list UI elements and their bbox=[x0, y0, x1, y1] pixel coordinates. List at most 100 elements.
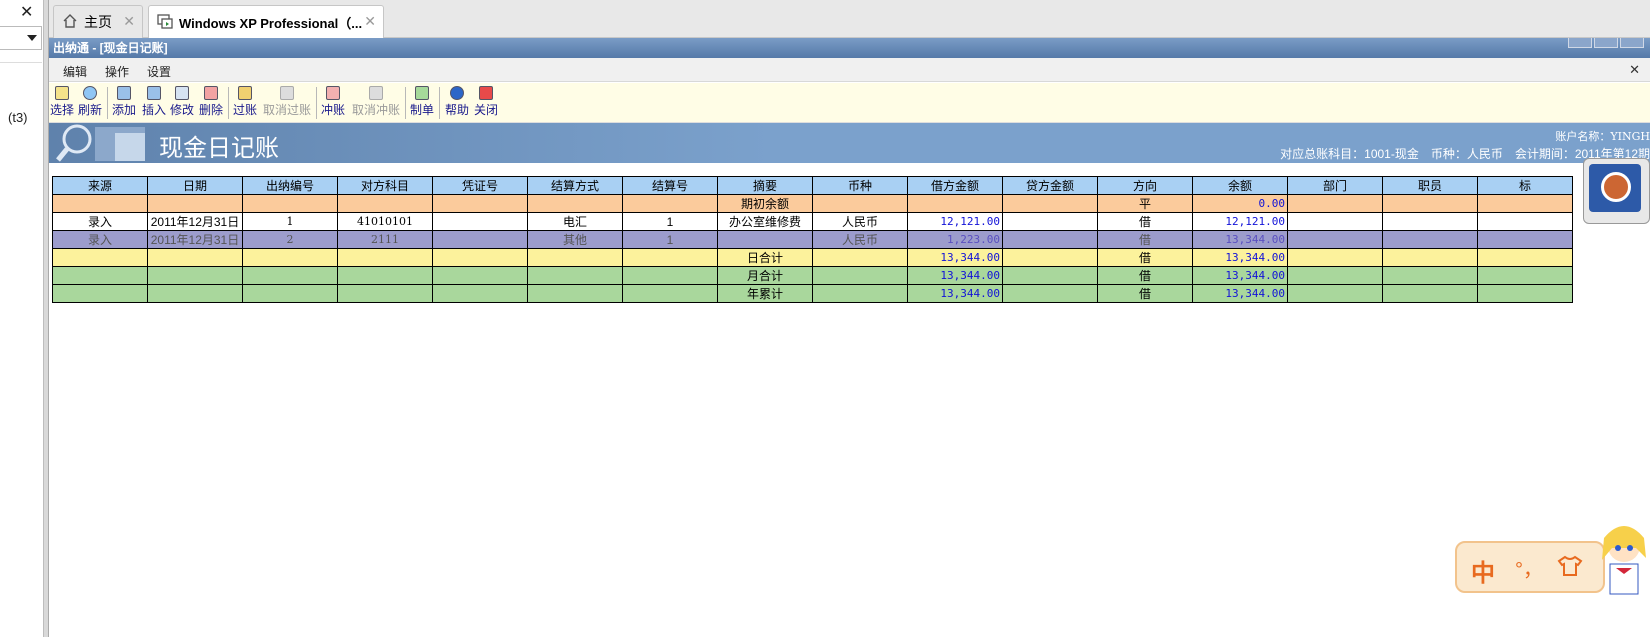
table-cell[interactable]: 13,344.00 bbox=[907, 284, 1003, 303]
table-cell[interactable]: 月合计 bbox=[717, 266, 813, 285]
table-cell[interactable] bbox=[1287, 266, 1383, 285]
column-header[interactable]: 贷方金额 bbox=[1002, 176, 1098, 195]
table-cell[interactable]: 13,344.00 bbox=[1192, 230, 1288, 249]
table-cell[interactable] bbox=[812, 266, 908, 285]
column-header[interactable]: 出纳编号 bbox=[242, 176, 338, 195]
table-cell[interactable] bbox=[242, 266, 338, 285]
shirt-icon[interactable] bbox=[1557, 555, 1583, 583]
table-cell[interactable]: 办公室维修费 bbox=[717, 212, 813, 231]
table-cell[interactable] bbox=[527, 248, 623, 267]
document-close-icon[interactable]: ✕ bbox=[1629, 62, 1640, 78]
table-cell[interactable] bbox=[1002, 284, 1098, 303]
table-cell[interactable] bbox=[52, 194, 148, 213]
table-cell[interactable] bbox=[1477, 212, 1573, 231]
ime-punctuation-toggle[interactable]: °， bbox=[1515, 553, 1543, 582]
tab-close-icon[interactable]: ✕ bbox=[123, 13, 135, 30]
table-cell[interactable] bbox=[1382, 212, 1478, 231]
ime-toolbar[interactable]: 中 °， bbox=[1455, 541, 1605, 593]
toolbar-delete-button[interactable]: 删除 bbox=[199, 85, 223, 118]
column-header[interactable]: 职员 bbox=[1382, 176, 1478, 195]
toolbar-unpost-button[interactable]: 取消过账 bbox=[263, 85, 311, 118]
panel-close-icon[interactable]: ✕ bbox=[20, 2, 33, 22]
table-cell[interactable] bbox=[1477, 194, 1573, 213]
table-cell[interactable] bbox=[147, 266, 243, 285]
table-cell[interactable] bbox=[337, 248, 433, 267]
table-cell[interactable] bbox=[1002, 248, 1098, 267]
table-cell[interactable] bbox=[1477, 266, 1573, 285]
table-cell[interactable] bbox=[147, 248, 243, 267]
table-cell[interactable] bbox=[432, 266, 528, 285]
table-cell[interactable]: 0.00 bbox=[1192, 194, 1288, 213]
table-cell[interactable]: 2011年12月31日 bbox=[147, 230, 243, 249]
table-cell[interactable]: 人民币 bbox=[812, 212, 908, 231]
table-cell[interactable]: 期初余额 bbox=[717, 194, 813, 213]
table-cell[interactable] bbox=[432, 284, 528, 303]
table-cell[interactable] bbox=[812, 194, 908, 213]
table-row[interactable]: 录入 2011年12月31日 2 2111 其他 1 人民币 1,223.00 借 13,344.… bbox=[52, 230, 1573, 249]
table-cell[interactable] bbox=[52, 266, 148, 285]
close-icon[interactable] bbox=[1620, 38, 1644, 48]
table-cell[interactable] bbox=[1382, 284, 1478, 303]
table-cell[interactable] bbox=[1477, 230, 1573, 249]
table-cell[interactable]: 借 bbox=[1097, 248, 1193, 267]
minimize-icon[interactable] bbox=[1568, 38, 1592, 48]
table-cell[interactable] bbox=[1382, 266, 1478, 285]
table-cell[interactable] bbox=[337, 284, 433, 303]
tab-vm[interactable]: Windows XP Professional（... ✕ bbox=[148, 5, 384, 38]
column-header[interactable]: 余额 bbox=[1192, 176, 1288, 195]
table-cell[interactable] bbox=[1002, 194, 1098, 213]
table-cell[interactable]: 13,344.00 bbox=[1192, 248, 1288, 267]
table-cell[interactable]: 13,344.00 bbox=[907, 248, 1003, 267]
table-row[interactable]: 日合计 13,344.00 借 13,344.00 bbox=[52, 248, 1573, 267]
media-player-widget[interactable] bbox=[1583, 158, 1650, 224]
ime-mode-toggle[interactable]: 中 bbox=[1471, 553, 1495, 588]
toolbar-edit-button[interactable]: 修改 bbox=[170, 85, 194, 118]
table-cell[interactable] bbox=[1382, 194, 1478, 213]
table-cell[interactable]: 2011年12月31日 bbox=[147, 212, 243, 231]
menu-edit[interactable]: 编辑 bbox=[63, 63, 87, 80]
table-cell[interactable] bbox=[1287, 194, 1383, 213]
table-cell[interactable] bbox=[1002, 230, 1098, 249]
table-cell[interactable] bbox=[812, 248, 908, 267]
toolbar-reverse-button[interactable]: 冲账 bbox=[321, 85, 345, 118]
table-cell[interactable] bbox=[1287, 284, 1383, 303]
column-header[interactable]: 结算方式 bbox=[527, 176, 623, 195]
column-header[interactable]: 部门 bbox=[1287, 176, 1383, 195]
table-cell[interactable] bbox=[242, 248, 338, 267]
table-cell[interactable]: 人民币 bbox=[812, 230, 908, 249]
table-cell[interactable] bbox=[527, 266, 623, 285]
toolbar-select-button[interactable]: 选择 bbox=[50, 85, 74, 118]
table-cell[interactable] bbox=[432, 212, 528, 231]
table-cell[interactable] bbox=[527, 194, 623, 213]
table-cell[interactable] bbox=[1002, 212, 1098, 231]
menu-operate[interactable]: 操作 bbox=[105, 63, 129, 80]
column-header[interactable]: 币种 bbox=[812, 176, 908, 195]
column-header[interactable]: 凭证号 bbox=[432, 176, 528, 195]
table-cell[interactable]: 借 bbox=[1097, 212, 1193, 231]
table-cell[interactable] bbox=[622, 248, 718, 267]
table-cell[interactable]: 2 bbox=[242, 230, 338, 249]
table-cell[interactable]: 13,344.00 bbox=[1192, 284, 1288, 303]
table-cell[interactable] bbox=[432, 248, 528, 267]
toolbar-close-button[interactable]: 关闭 bbox=[474, 85, 498, 118]
table-cell[interactable]: 平 bbox=[1097, 194, 1193, 213]
table-row[interactable]: 期初余额 平 0.00 bbox=[52, 194, 1573, 213]
table-cell[interactable] bbox=[52, 248, 148, 267]
table-cell[interactable]: 年累计 bbox=[717, 284, 813, 303]
table-cell[interactable] bbox=[1382, 248, 1478, 267]
table-cell[interactable] bbox=[432, 194, 528, 213]
table-cell[interactable]: 借 bbox=[1097, 266, 1193, 285]
toolbar-help-button[interactable]: 帮助 bbox=[445, 85, 469, 118]
table-row[interactable]: 年累计 13,344.00 借 13,344.00 bbox=[52, 284, 1573, 303]
column-header[interactable]: 来源 bbox=[52, 176, 148, 195]
table-cell[interactable] bbox=[717, 230, 813, 249]
table-cell[interactable] bbox=[622, 194, 718, 213]
table-cell[interactable]: 12,121.00 bbox=[1192, 212, 1288, 231]
maximize-icon[interactable] bbox=[1594, 38, 1618, 48]
column-header[interactable]: 日期 bbox=[147, 176, 243, 195]
table-cell[interactable] bbox=[1477, 248, 1573, 267]
toolbar-voucher-button[interactable]: 制单 bbox=[410, 85, 434, 118]
table-cell[interactable]: 录入 bbox=[52, 230, 148, 249]
table-cell[interactable] bbox=[622, 266, 718, 285]
table-cell[interactable] bbox=[622, 284, 718, 303]
